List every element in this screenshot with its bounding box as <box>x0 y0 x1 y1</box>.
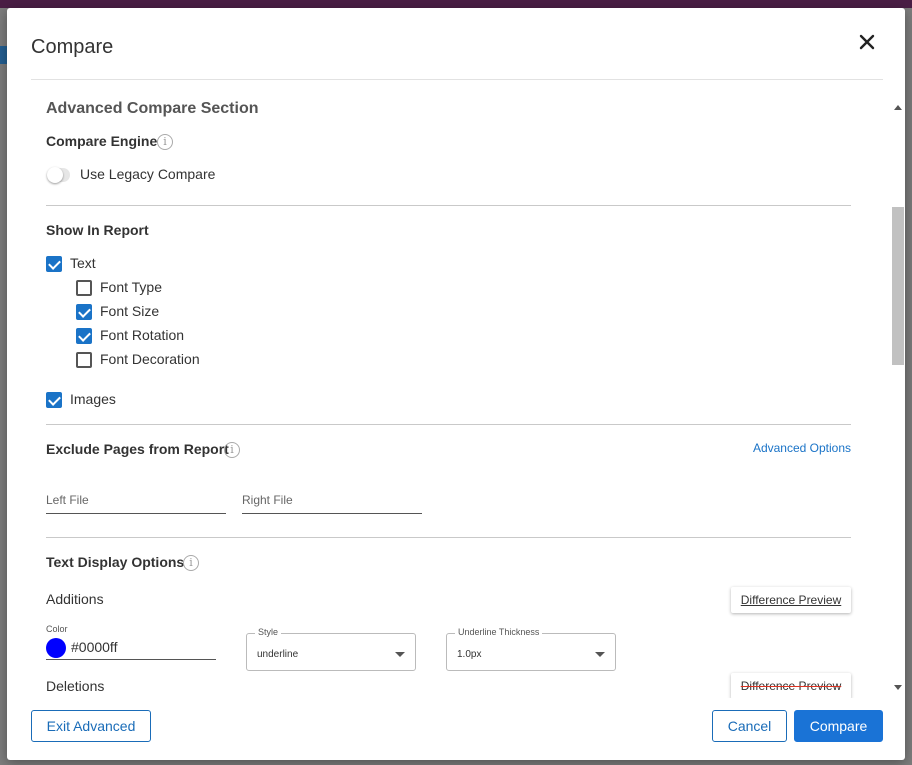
advanced-options-link[interactable]: Advanced Options <box>753 441 851 455</box>
style-label: Style <box>255 627 282 637</box>
thickness-value: 1.0px <box>457 649 482 660</box>
dialog-title: Compare <box>31 36 114 58</box>
info-icon[interactable]: i <box>183 555 199 571</box>
exit-advanced-button[interactable]: Exit Advanced <box>31 710 151 742</box>
compare-button[interactable]: Compare <box>794 710 883 742</box>
dialog-header: Compare <box>31 8 883 80</box>
chevron-down-icon <box>395 652 405 657</box>
legacy-compare-toggle[interactable] <box>47 167 70 183</box>
background-accent <box>0 46 7 64</box>
left-file-placeholder: Left File <box>46 493 89 507</box>
text-display-options-label: Text Display Options <box>46 554 185 570</box>
color-value: #0000ff <box>71 639 118 655</box>
deletions-difference-preview[interactable]: Difference Preview <box>731 673 851 698</box>
additions-style-select[interactable]: Style underline <box>246 627 416 671</box>
background-right-strip <box>904 90 912 730</box>
font-type-label: Font Type <box>100 279 163 295</box>
underline-thickness-select[interactable]: Underline Thickness 1.0px <box>446 627 616 671</box>
compare-engine-label: Compare Engine <box>46 133 158 149</box>
text-checkbox-label: Text <box>70 255 96 271</box>
font-rotation-label: Font Rotation <box>100 327 185 343</box>
font-type-checkbox[interactable] <box>76 280 92 296</box>
style-value: underline <box>257 649 299 660</box>
chevron-down-icon <box>595 652 605 657</box>
info-icon[interactable]: i <box>224 442 240 458</box>
left-file-input[interactable]: Left File <box>46 486 226 514</box>
scroll-down-arrow-icon[interactable] <box>894 685 902 690</box>
thickness-label: Underline Thickness <box>455 627 543 637</box>
deletions-label: Deletions <box>46 678 105 694</box>
scroll-thumb[interactable] <box>892 207 904 365</box>
dialog-scroll-content[interactable]: Advanced Compare Section Compare Engine … <box>31 98 890 698</box>
right-file-placeholder: Right File <box>242 493 293 507</box>
divider <box>46 424 851 425</box>
info-icon[interactable]: i <box>157 134 173 150</box>
color-swatch[interactable] <box>46 638 66 658</box>
images-checkbox-label: Images <box>70 391 116 407</box>
font-size-label: Font Size <box>100 303 160 319</box>
additions-label: Additions <box>46 591 104 607</box>
text-checkbox[interactable] <box>46 256 62 272</box>
close-button[interactable] <box>855 30 879 54</box>
show-in-report-label: Show In Report <box>46 222 149 238</box>
divider <box>46 537 851 538</box>
color-label: Color <box>46 624 68 634</box>
cancel-button[interactable]: Cancel <box>712 710 787 742</box>
additions-color-field[interactable]: Color #0000ff <box>46 624 216 660</box>
background-app-topbar <box>0 0 912 8</box>
scroll-up-arrow-icon[interactable] <box>894 105 902 110</box>
font-rotation-checkbox[interactable] <box>76 328 92 344</box>
divider <box>46 205 851 206</box>
font-size-checkbox[interactable] <box>76 304 92 320</box>
right-file-input[interactable]: Right File <box>242 486 422 514</box>
font-decoration-label: Font Decoration <box>100 351 200 367</box>
close-icon <box>859 34 875 50</box>
exclude-pages-label: Exclude Pages from Report <box>46 441 229 457</box>
additions-difference-preview[interactable]: Difference Preview <box>731 587 851 613</box>
font-decoration-checkbox[interactable] <box>76 352 92 368</box>
section-title: Advanced Compare Section <box>46 100 259 117</box>
compare-dialog: Compare Advanced Compare Section Compare… <box>7 8 905 760</box>
legacy-compare-label: Use Legacy Compare <box>80 166 216 182</box>
content-scrollbar[interactable] <box>891 100 905 692</box>
images-checkbox[interactable] <box>46 392 62 408</box>
toggle-knob <box>47 167 63 183</box>
